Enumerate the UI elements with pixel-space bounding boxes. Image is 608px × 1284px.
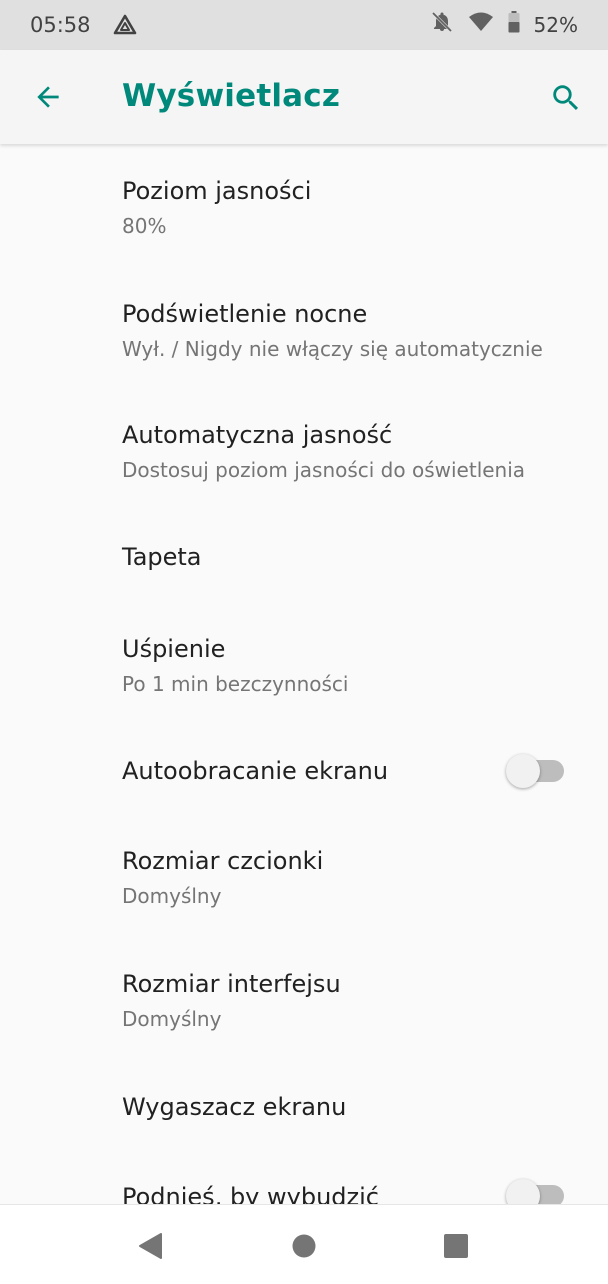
setting-summary: 80% bbox=[122, 214, 167, 238]
setting-night-light[interactable]: Podświetlenie nocne Wył. / Nigdy nie włą… bbox=[0, 268, 608, 390]
battery-icon bbox=[508, 11, 520, 39]
status-icons: 52% bbox=[430, 10, 578, 40]
status-time: 05:58 bbox=[30, 13, 91, 37]
setting-auto-rotate[interactable]: Autoobracanie ekranu bbox=[0, 726, 608, 818]
setting-summary: Domyślny bbox=[122, 1007, 222, 1031]
setting-label: Podnieś, by wybudzić bbox=[122, 1183, 379, 1204]
navigation-bar bbox=[0, 1204, 608, 1284]
home-icon[interactable] bbox=[287, 1229, 321, 1263]
lift-to-wake-toggle[interactable] bbox=[506, 1179, 564, 1204]
setting-summary: Domyślny bbox=[122, 884, 222, 908]
setting-wallpaper[interactable]: Tapeta bbox=[0, 512, 608, 604]
nav-back-icon[interactable] bbox=[133, 1229, 167, 1263]
setting-label: Tapeta bbox=[122, 543, 202, 571]
setting-screen-saver[interactable]: Wygaszacz ekranu bbox=[0, 1064, 608, 1156]
setting-label: Automatyczna jasność bbox=[122, 421, 393, 449]
search-icon[interactable] bbox=[548, 80, 584, 116]
setting-summary: Dostosuj poziom jasności do oświetlenia bbox=[122, 458, 526, 482]
status-bar: 05:58 52% bbox=[0, 0, 608, 50]
toggle-thumb bbox=[506, 754, 540, 788]
setting-label: Uśpienie bbox=[122, 635, 226, 663]
setting-label: Poziom jasności bbox=[122, 177, 312, 205]
setting-font-size[interactable]: Rozmiar czcionki Domyślny bbox=[0, 818, 608, 940]
setting-label: Rozmiar interfejsu bbox=[122, 970, 341, 998]
setting-summary: Wył. / Nigdy nie włączy się automatyczni… bbox=[122, 337, 543, 361]
setting-label: Podświetlenie nocne bbox=[122, 300, 368, 328]
wifi-icon bbox=[468, 11, 494, 39]
arrow-back-icon[interactable] bbox=[30, 79, 66, 115]
setting-label: Autoobracanie ekranu bbox=[122, 757, 389, 785]
drive-icon bbox=[113, 14, 137, 36]
setting-adaptive-brightness[interactable]: Automatyczna jasność Dostosuj poziom jas… bbox=[0, 390, 608, 512]
setting-lift-to-wake[interactable]: Podnieś, by wybudzić bbox=[0, 1156, 608, 1204]
settings-list: Poziom jasności 80% Podświetlenie nocne … bbox=[0, 144, 608, 1204]
battery-percent: 52% bbox=[533, 13, 578, 37]
app-bar: Wyświetlacz bbox=[0, 50, 608, 144]
toggle-thumb bbox=[506, 1179, 540, 1204]
auto-rotate-toggle[interactable] bbox=[506, 754, 564, 788]
notifications-off-icon bbox=[430, 10, 454, 40]
recents-icon[interactable] bbox=[439, 1229, 473, 1263]
page-title: Wyświetlacz bbox=[122, 78, 341, 114]
setting-label: Rozmiar czcionki bbox=[122, 847, 324, 875]
setting-label: Wygaszacz ekranu bbox=[122, 1093, 347, 1121]
setting-display-size[interactable]: Rozmiar interfejsu Domyślny bbox=[0, 940, 608, 1064]
setting-sleep[interactable]: Uśpienie Po 1 min bezczynności bbox=[0, 604, 608, 726]
setting-brightness-level[interactable]: Poziom jasności 80% bbox=[0, 144, 608, 268]
setting-summary: Po 1 min bezczynności bbox=[122, 672, 349, 696]
